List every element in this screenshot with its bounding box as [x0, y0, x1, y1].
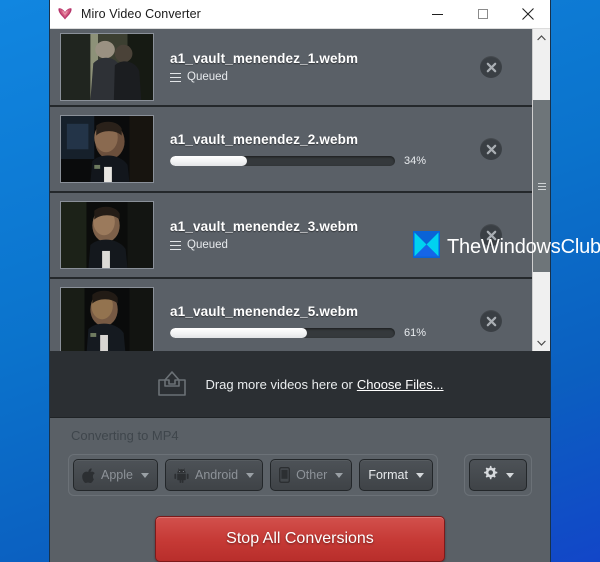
choose-files-link[interactable]: Choose Files...	[357, 377, 444, 392]
file-row-info: a1_vault_menendez_3.webm Queued	[154, 219, 480, 251]
file-row-info: a1_vault_menendez_5.webm 61%	[154, 304, 480, 339]
video-thumbnail	[60, 33, 154, 101]
apple-label: Apple	[101, 468, 133, 482]
table-row[interactable]: a1_vault_menendez_5.webm 61%	[50, 279, 532, 351]
chevron-down-icon	[415, 472, 424, 478]
chevron-down-icon	[246, 472, 255, 478]
phone-icon	[279, 467, 291, 483]
remove-file-button[interactable]	[480, 310, 502, 332]
progress-percent: 61%	[404, 326, 427, 339]
other-label: Other	[296, 468, 328, 482]
apple-icon	[82, 467, 95, 483]
stop-all-conversions-label: Stop All Conversions	[226, 530, 374, 547]
queue-list-icon	[170, 72, 181, 82]
table-row[interactable]: a1_vault_menendez_3.webm Queued	[50, 193, 532, 279]
file-list-scrollbar[interactable]	[532, 29, 550, 351]
close-button[interactable]	[505, 0, 550, 28]
drop-zone-text: Drag more videos here or	[205, 376, 353, 392]
format-label: Format	[368, 468, 408, 482]
file-progress-line: 34%	[170, 155, 480, 167]
file-list: a1_vault_menendez_1.webm Queued a1_vault…	[50, 29, 532, 351]
file-row-info: a1_vault_menendez_2.webm 34%	[154, 132, 480, 167]
file-name: a1_vault_menendez_2.webm	[170, 131, 359, 147]
progress-percent: 34%	[404, 154, 427, 167]
minimize-button[interactable]	[415, 0, 460, 28]
table-row[interactable]: a1_vault_menendez_1.webm Queued	[50, 29, 532, 107]
chevron-down-icon	[506, 472, 514, 478]
android-label: Android	[194, 468, 239, 482]
format-dropdown-button[interactable]: Format	[359, 459, 433, 491]
progress-fill	[170, 155, 247, 166]
video-thumbnail	[60, 201, 154, 269]
android-icon	[174, 467, 189, 483]
miro-video-converter-window: Miro Video Converter a1_vault_menendez_1…	[50, 0, 550, 562]
scrollbar-track[interactable]	[533, 46, 550, 334]
device-button-group: Apple Android Other Format	[68, 454, 438, 496]
file-status-text: Queued	[187, 71, 228, 83]
drop-zone[interactable]: Drag more videos here or Choose Files...	[50, 351, 550, 418]
file-name: a1_vault_menendez_1.webm	[170, 51, 359, 66]
file-name: a1_vault_menendez_5.webm	[170, 303, 359, 319]
settings-group	[464, 454, 532, 496]
file-row-info: a1_vault_menendez_1.webm Queued	[154, 51, 480, 83]
chevron-down-icon	[335, 472, 344, 478]
progress-bar	[170, 327, 395, 338]
scroll-down-button[interactable]	[533, 334, 550, 351]
scrollbar-grip-icon	[537, 182, 546, 190]
miro-butterfly-icon	[57, 6, 73, 22]
progress-bar	[170, 155, 395, 166]
apple-dropdown-button[interactable]: Apple	[73, 459, 158, 491]
file-progress-line: 61%	[170, 327, 480, 339]
chevron-down-icon	[140, 472, 149, 478]
device-controls-row: Apple Android Other Format	[68, 454, 532, 496]
video-thumbnail	[60, 115, 154, 183]
file-name: a1_vault_menendez_3.webm	[170, 219, 359, 234]
remove-file-button[interactable]	[480, 138, 502, 160]
android-dropdown-button[interactable]: Android	[164, 459, 264, 491]
stop-all-conversions-button[interactable]: Stop All Conversions	[155, 516, 445, 562]
maximize-button[interactable]	[460, 0, 505, 28]
remove-file-button[interactable]	[480, 224, 502, 246]
table-row[interactable]: a1_vault_menendez_2.webm 34%	[50, 107, 532, 193]
scroll-up-button[interactable]	[533, 29, 550, 46]
video-thumbnail	[60, 287, 154, 351]
other-dropdown-button[interactable]: Other	[270, 459, 353, 491]
window-title: Miro Video Converter	[81, 7, 201, 21]
file-list-area: a1_vault_menendez_1.webm Queued a1_vault…	[50, 29, 550, 351]
remove-file-button[interactable]	[480, 56, 502, 78]
converting-to-label: Converting to MP4	[71, 428, 179, 443]
title-bar[interactable]: Miro Video Converter	[50, 0, 550, 29]
gear-icon	[482, 465, 498, 486]
scrollbar-thumb[interactable]	[533, 100, 550, 272]
queue-list-icon	[170, 240, 181, 250]
file-status-text: Queued	[187, 239, 228, 251]
progress-fill	[170, 327, 308, 338]
file-status-line: Queued	[170, 239, 480, 251]
footer-panel: Converting to MP4 Apple Android Other Fo…	[50, 418, 550, 562]
inbox-tray-icon	[156, 370, 188, 398]
settings-dropdown-button[interactable]	[469, 459, 527, 491]
file-status-line: Queued	[170, 71, 480, 83]
